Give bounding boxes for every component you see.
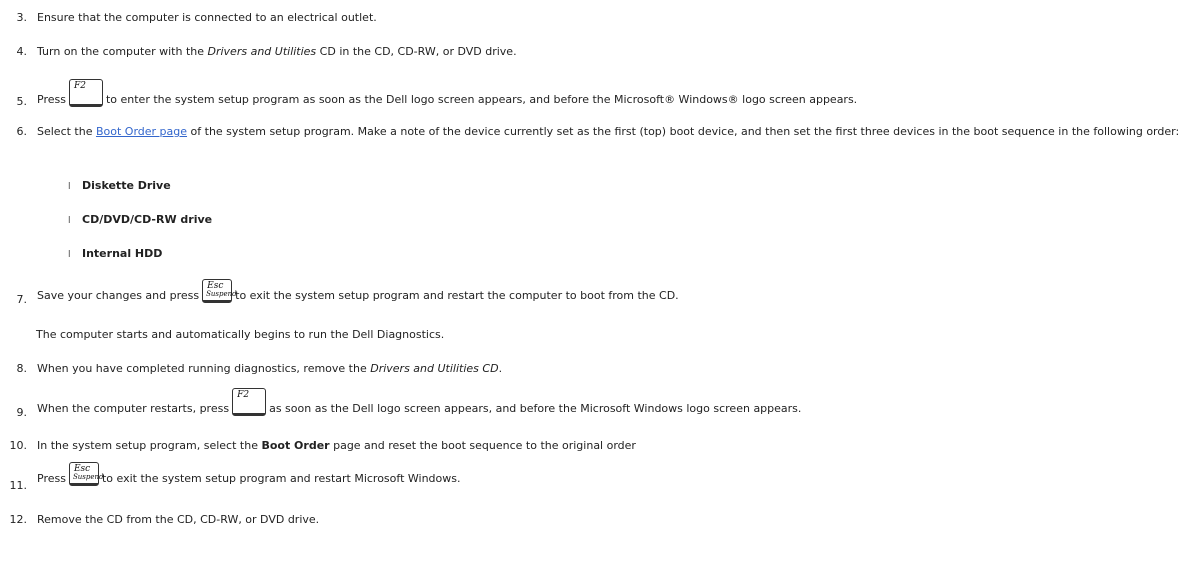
list-item: l CD/DVD/CD-RW drive xyxy=(68,213,212,228)
step-text: Ensure that the computer is connected to… xyxy=(37,11,377,24)
cd-name: Drivers and Utilities CD xyxy=(370,362,499,375)
step-text: When the computer restarts, press F2 as so… xyxy=(37,388,801,416)
boot-order-page-link[interactable]: Boot Order page xyxy=(96,125,187,138)
step-number: 11. xyxy=(9,479,28,492)
step-text-post: as soon as the Dell logo screen appears,… xyxy=(269,402,802,415)
step-text-pre: Press xyxy=(37,93,66,106)
boot-device-label: CD/DVD/CD-RW drive xyxy=(82,213,213,226)
list-item: l Diskette Drive xyxy=(68,179,171,194)
step-text-post: . xyxy=(498,362,503,375)
esc-suspend-key-icon: Esc Suspend xyxy=(68,462,103,486)
f2-key-icon: F2 xyxy=(232,388,267,416)
bullet-icon: l xyxy=(68,250,71,260)
step-number: 6. xyxy=(16,125,28,138)
step-number: 3. xyxy=(16,11,28,24)
step-note: The computer starts and automatically be… xyxy=(36,328,445,341)
step-text: Press F2 to enter the system setup program… xyxy=(37,79,857,107)
bullet-icon: l xyxy=(68,216,71,226)
boot-order-label: Boot Order xyxy=(261,439,330,452)
step-number: 4. xyxy=(16,45,28,58)
step-text: In the system setup program, select the … xyxy=(37,439,636,453)
step-text-pre: Select the xyxy=(37,125,96,138)
step-text: Select the Boot Order page of the system… xyxy=(37,125,1187,139)
step-text: Press Esc Suspend to exit the system setup … xyxy=(37,462,460,486)
step-number: 5. xyxy=(16,95,28,108)
step-text-pre: Save your changes and press xyxy=(37,289,200,302)
step-number: 10. xyxy=(9,439,28,452)
step-text-post: CD in the CD, CD-RW, or DVD drive. xyxy=(316,45,517,58)
step-number: 7. xyxy=(16,293,28,306)
step-number: 9. xyxy=(16,406,28,419)
step-text: When you have completed running diagnost… xyxy=(37,362,502,376)
boot-device-label: Internal HDD xyxy=(82,247,163,260)
step-text: Remove the CD from the CD, CD-RW, or DVD… xyxy=(37,513,320,526)
esc-suspend-key-icon: Esc Suspend xyxy=(202,279,237,303)
bullet-icon: l xyxy=(68,182,71,192)
step-text-pre: When the computer restarts, press xyxy=(37,402,230,415)
step-text-pre: Turn on the computer with the xyxy=(37,45,208,58)
step-text-post: to exit the system setup program and res… xyxy=(235,289,679,302)
step-number: 12. xyxy=(9,513,28,526)
step-text-pre: Press xyxy=(37,472,66,485)
step-text: Save your changes and press Esc Suspend to … xyxy=(37,279,679,303)
step-text-post: of the system setup program. Make a note… xyxy=(187,125,1180,138)
step-text-pre: In the system setup program, select the xyxy=(37,439,262,452)
cd-name: Drivers and Utilities xyxy=(207,45,317,58)
step-text-post: to enter the system setup program as soo… xyxy=(105,93,858,106)
list-item: l Internal HDD xyxy=(68,247,162,262)
step-text: Turn on the computer with the Drivers an… xyxy=(37,45,517,59)
step-text-pre: When you have completed running diagnost… xyxy=(37,362,371,375)
step-text-post: to exit the system setup program and res… xyxy=(101,472,461,485)
step-text-post: page and reset the boot sequence to the … xyxy=(329,439,636,452)
step-number: 8. xyxy=(16,362,28,375)
f2-key-icon: F2 xyxy=(68,79,103,107)
boot-device-label: Diskette Drive xyxy=(82,179,171,192)
